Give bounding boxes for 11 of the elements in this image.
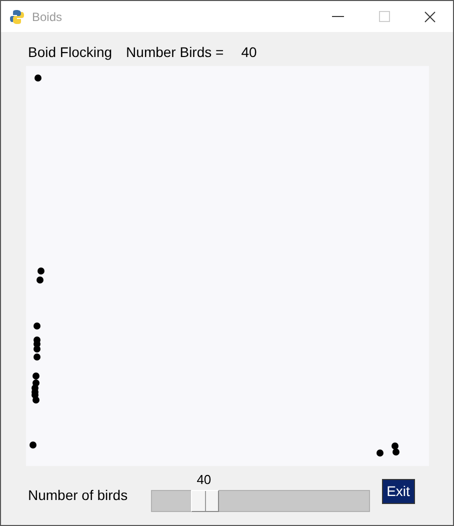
slider-label: Number of birds xyxy=(28,486,128,505)
slider-value: 40 xyxy=(196,471,212,490)
count-value: 40 xyxy=(241,43,257,62)
minimize-icon[interactable] xyxy=(332,16,344,18)
count-label: Number Birds = xyxy=(126,43,224,62)
slider-thumb[interactable] xyxy=(190,490,219,512)
exit-button[interactable]: Exit xyxy=(382,478,415,504)
python-logo-icon xyxy=(9,8,25,24)
heading: Boid Flocking xyxy=(28,43,112,62)
window-title: Boids xyxy=(32,8,64,26)
close-icon[interactable] xyxy=(424,10,436,22)
